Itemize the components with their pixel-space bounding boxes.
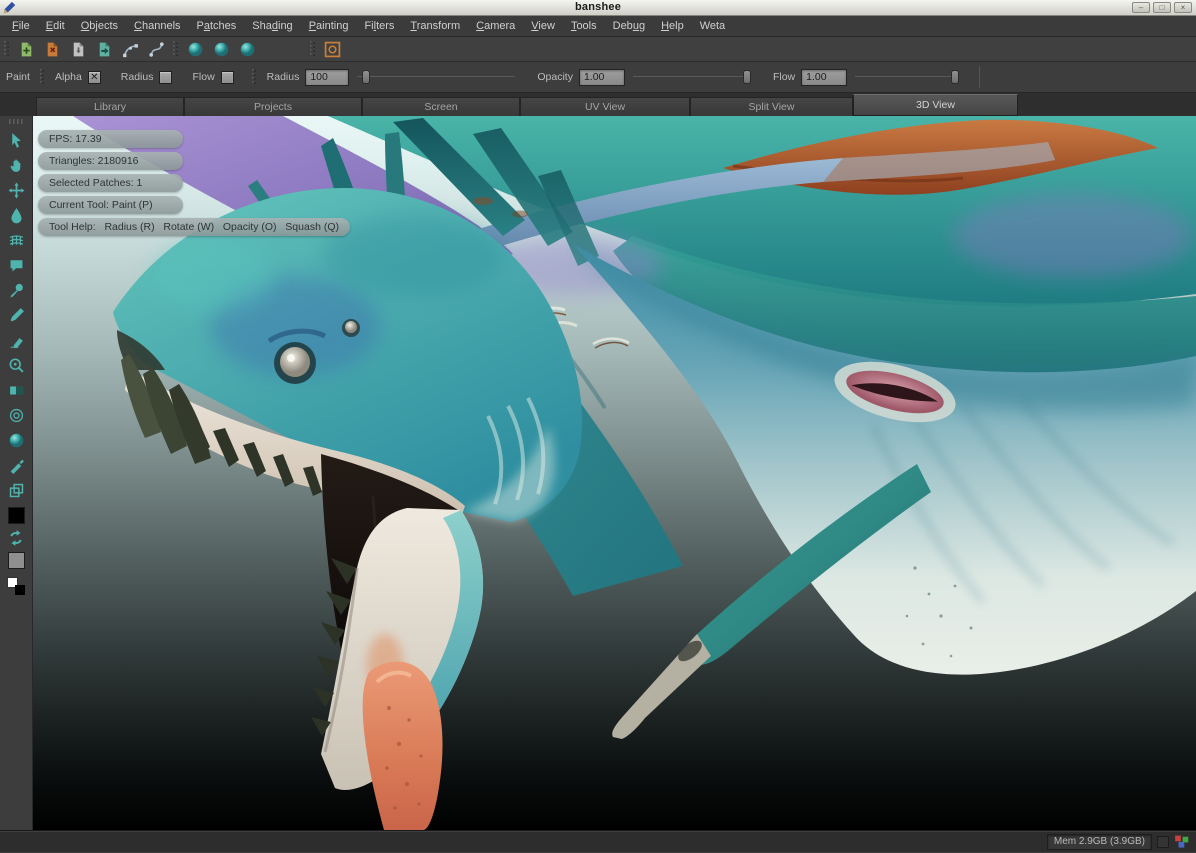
window-title: banshee — [0, 1, 1196, 13]
tab-screen[interactable]: Screen — [362, 97, 520, 116]
toolbar-drag-handle[interactable] — [4, 41, 9, 57]
opacity-slider-label: Opacity — [537, 71, 573, 83]
menu-debug[interactable]: Debug — [605, 18, 653, 34]
opacity-slider[interactable] — [633, 70, 751, 84]
view-tabstrip: LibraryProjectsScreenUV ViewSplit View3D… — [0, 93, 1196, 116]
hud-pill-2: Selected Patches: 1 — [38, 174, 183, 192]
paint-mode-label: Paint — [6, 71, 30, 83]
menu-file[interactable]: File — [4, 18, 38, 34]
status-bar: Mem 2.9GB (3.9GB) — [0, 830, 1196, 852]
swap-colors-icon[interactable] — [7, 529, 25, 547]
hud-pill-4: Tool Help: Radius (R) Rotate (W) Opacity… — [38, 218, 350, 236]
paintbar-drag-handle[interactable] — [40, 69, 45, 85]
radius-slider-label: Radius — [267, 71, 300, 83]
opacity-slider-handle[interactable] — [743, 70, 751, 84]
warp-grid-tool[interactable] — [4, 228, 28, 252]
menu-painting[interactable]: Painting — [301, 18, 357, 34]
pin-tool[interactable] — [4, 278, 28, 302]
tab-uv-view[interactable]: UV View — [520, 97, 690, 116]
menu-transform[interactable]: Transform — [402, 18, 468, 34]
slice-tool[interactable] — [4, 453, 28, 477]
gradient-tool[interactable] — [4, 378, 28, 402]
flow-slider-label: Flow — [773, 71, 795, 83]
menu-patches[interactable]: Patches — [189, 18, 245, 34]
flow-slider-handle[interactable] — [951, 70, 959, 84]
curve-tool-icon[interactable] — [145, 38, 167, 60]
paint-properties-bar: Paint Alpha ✕ Radius Flow Radius 100 Opa… — [0, 62, 1196, 93]
close-project-icon[interactable] — [41, 38, 63, 60]
menu-objects[interactable]: Objects — [73, 18, 126, 34]
tab-projects[interactable]: Projects — [184, 97, 362, 116]
toolbar-drag-handle[interactable] — [173, 41, 178, 57]
sphere-shade-tool[interactable] — [4, 428, 28, 452]
menu-edit[interactable]: Edit — [38, 18, 73, 34]
hud-pill-1: Triangles: 2180916 — [38, 152, 183, 170]
menu-channels[interactable]: Channels — [126, 18, 189, 34]
new-project-icon[interactable] — [15, 38, 37, 60]
menu-tools[interactable]: Tools — [563, 18, 605, 34]
pan-tool[interactable] — [4, 153, 28, 177]
ellipse-select-tool[interactable] — [4, 403, 28, 427]
radius-slider[interactable] — [357, 70, 515, 84]
move-tool[interactable] — [4, 178, 28, 202]
menu-filters[interactable]: Filters — [356, 18, 402, 34]
menu-shading[interactable]: Shading — [244, 18, 300, 34]
tab-3d-view[interactable]: 3D View — [853, 94, 1018, 116]
minimize-button[interactable]: – — [1132, 2, 1150, 13]
radius-checkbox[interactable] — [159, 71, 172, 84]
radius-slider-handle[interactable] — [362, 70, 370, 84]
import-object-icon[interactable] — [93, 38, 115, 60]
alpha-label: Alpha — [55, 71, 82, 83]
paint-brush-tool[interactable] — [4, 303, 28, 327]
menu-weta[interactable]: Weta — [692, 18, 733, 34]
save-project-icon[interactable] — [67, 38, 89, 60]
flow-toggle-label: Flow — [192, 71, 214, 83]
main-toolbar — [0, 37, 1196, 62]
duplicate-patch-tool[interactable] — [4, 478, 28, 502]
menu-bar: FileEditObjectsChannelsPatchesShadingPai… — [0, 16, 1196, 37]
blur-tool[interactable] — [4, 203, 28, 227]
tab-split-view[interactable]: Split View — [690, 97, 853, 116]
default-colors-swatch[interactable] — [7, 577, 25, 595]
shade-textured-icon[interactable] — [236, 38, 258, 60]
tool-palette — [0, 116, 33, 830]
shade-flat-icon[interactable] — [184, 38, 206, 60]
alpha-checkbox[interactable]: ✕ — [88, 71, 101, 84]
radius-field[interactable]: 100 — [305, 69, 349, 86]
shade-smooth-icon[interactable] — [210, 38, 232, 60]
background-color-swatch[interactable] — [8, 552, 25, 569]
maximize-button[interactable]: □ — [1153, 2, 1171, 13]
flow-slider[interactable] — [855, 70, 959, 84]
palette-drag-handle[interactable] — [9, 119, 23, 124]
titlebar[interactable]: banshee –□× — [0, 0, 1196, 16]
3d-viewport-canvas[interactable]: FPS: 17.39 Triangles: 2180916 Selected Pat… — [33, 116, 1196, 830]
menu-help[interactable]: Help — [653, 18, 692, 34]
toolbar-drag-handle[interactable] — [310, 41, 315, 57]
viewport-hud: FPS: 17.39 Triangles: 2180916 Selected Pat… — [38, 130, 350, 240]
clone-stamp-tool[interactable] — [4, 253, 28, 277]
hud-pill-0: FPS: 17.39 — [38, 130, 183, 148]
zoom-tool[interactable] — [4, 353, 28, 377]
menu-view[interactable]: View — [523, 18, 563, 34]
opacity-field[interactable]: 1.00 — [579, 69, 625, 86]
flow-field[interactable]: 1.00 — [801, 69, 847, 86]
status-toggle-box[interactable] — [1157, 836, 1169, 848]
foreground-color-swatch[interactable] — [8, 507, 25, 524]
hud-pill-3: Current Tool: Paint (P) — [38, 196, 183, 214]
paintbar-separator — [979, 66, 980, 88]
close-button[interactable]: × — [1174, 2, 1192, 13]
rgb-channels-icon[interactable] — [1174, 835, 1190, 849]
select-tool[interactable] — [4, 128, 28, 152]
memory-usage: Mem 2.9GB (3.9GB) — [1047, 834, 1152, 850]
menu-camera[interactable]: Camera — [468, 18, 523, 34]
eraser-tool[interactable] — [4, 328, 28, 352]
radius-toggle-label: Radius — [121, 71, 154, 83]
flow-checkbox[interactable] — [221, 71, 234, 84]
projection-mask-icon[interactable] — [321, 38, 343, 60]
paintbar-drag-handle[interactable] — [252, 69, 257, 85]
path-tool-icon[interactable] — [119, 38, 141, 60]
tab-library[interactable]: Library — [36, 97, 184, 116]
